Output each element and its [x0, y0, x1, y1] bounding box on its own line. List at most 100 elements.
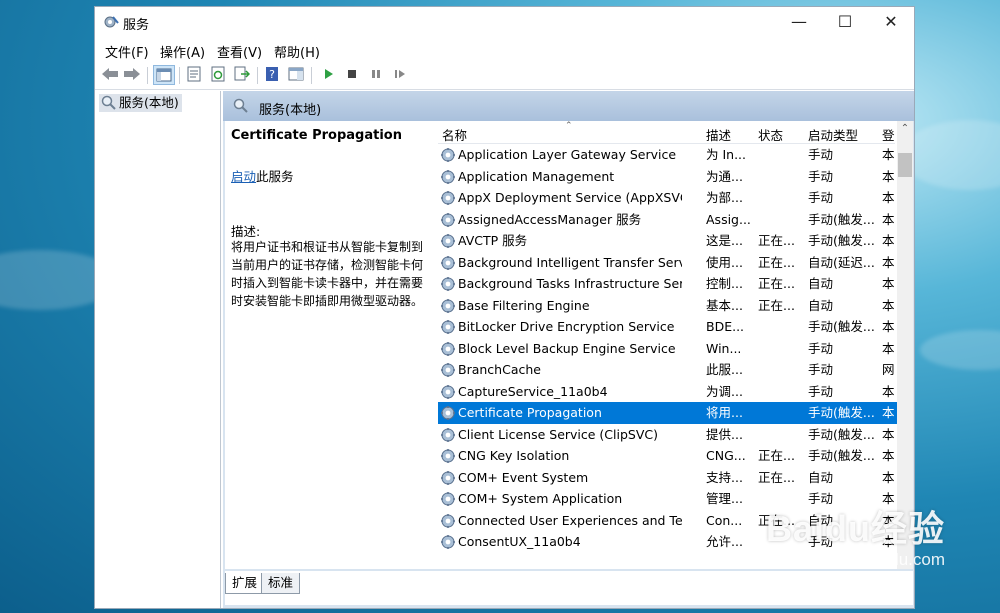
scroll-up-icon[interactable]: ⌃ [897, 123, 913, 137]
service-description-cell: 管理... [706, 491, 743, 506]
close-button[interactable]: ✕ [868, 7, 914, 39]
service-row[interactable]: COM+ Event System 支持... 正在... 自动 本 [438, 467, 899, 489]
service-row[interactable]: BranchCache 此服... 手动 网 [438, 359, 899, 381]
service-gear-icon [440, 233, 456, 249]
pause-service-icon[interactable] [365, 65, 387, 85]
service-gear-icon [440, 427, 456, 443]
watermark-url: jingyan.baidu.com [807, 550, 945, 569]
service-startup-type-cell: 手动 [808, 147, 834, 162]
tree-node-label: 服务(本地) [119, 95, 179, 110]
menu-action[interactable]: 操作(A) [160, 42, 205, 61]
service-gear-icon [440, 513, 456, 529]
start-service-link[interactable]: 启动 [231, 169, 256, 184]
service-row[interactable]: AppX Deployment Service (AppXSVC) 为部... 手动… [438, 187, 899, 209]
service-name-cell: Application Layer Gateway Service [458, 147, 677, 162]
service-description-cell: BDE... [706, 319, 745, 334]
service-row[interactable]: Certificate Propagation 将用... 手动(触发... 本 [438, 402, 899, 424]
window-title: 服务 [123, 18, 150, 33]
column-header-description[interactable]: 描述 [706, 125, 731, 144]
column-header-name[interactable]: 名称 [442, 125, 467, 144]
service-description-cell: 控制... [706, 276, 743, 291]
service-name-cell: Background Intelligent Transfer Service [458, 254, 682, 270]
service-row[interactable]: Block Level Backup Engine Service Win... 手… [438, 338, 899, 360]
service-name-cell: AppX Deployment Service (AppXSVC) [458, 190, 682, 205]
tree-node-services-local[interactable]: 服务(本地) [99, 94, 182, 112]
service-startup-type-cell: 自动 [808, 297, 834, 313]
service-gear-icon [440, 319, 456, 335]
service-name-cell: CNG Key Isolation [458, 448, 570, 463]
service-row[interactable]: CaptureService_11a0b4 为调... 手动 本 [438, 381, 899, 403]
minimize-button[interactable]: — [776, 7, 822, 39]
forward-arrow-icon[interactable] [121, 65, 143, 85]
service-startup-type-cell: 自动 [808, 276, 834, 291]
baidu-watermark: Baidu经验 jingyan.baidu.com [766, 500, 945, 570]
service-row[interactable]: BitLocker Drive Encryption Service BDE...… [438, 316, 899, 338]
service-row[interactable]: Background Intelligent Transfer Service 使… [438, 252, 899, 274]
service-status-cell: 正在... [758, 448, 795, 463]
show-hide-pane-icon[interactable] [285, 65, 307, 85]
service-row[interactable]: Application Management 为通... 手动 本 [438, 166, 899, 188]
service-row[interactable]: Application Layer Gateway Service 为 In...… [438, 144, 899, 166]
service-name-cell: Application Management [458, 168, 615, 184]
menu-help[interactable]: 帮助(H) [274, 42, 320, 61]
service-logon-cell: 本 [882, 297, 895, 313]
menu-file[interactable]: 文件(F) [105, 42, 149, 61]
service-gear-icon [440, 405, 456, 421]
start-service-icon[interactable] [317, 65, 339, 85]
service-gear-icon [440, 534, 456, 550]
service-startup-type-cell: 手动(触发... [808, 426, 874, 442]
service-name-cell: Block Level Backup Engine Service [458, 340, 676, 356]
service-name-cell: Background Tasks Infrastructure Service [458, 276, 682, 291]
maximize-button[interactable]: ☐ [822, 7, 868, 39]
service-row[interactable]: CNG Key Isolation CNG... 正在... 手动(触发... 本 [438, 445, 899, 467]
restart-service-icon[interactable] [389, 65, 411, 85]
description-text: 将用户证书和根证书从智能卡复制到当前用户的证书存储，检测智能卡何时插入到智能卡读… [231, 240, 424, 308]
selected-service-name: Certificate Propagation [231, 128, 402, 143]
service-logon-cell: 本 [882, 147, 895, 162]
scroll-thumb[interactable] [898, 153, 912, 177]
help-icon[interactable]: ? [261, 65, 283, 85]
column-header-status[interactable]: 状态 [758, 125, 783, 144]
service-startup-type-cell: 手动(触发... [808, 448, 874, 463]
service-description-cell: 使用... [706, 254, 743, 270]
service-description-cell: CNG... [706, 448, 746, 463]
service-name-cell: Base Filtering Engine [458, 297, 590, 313]
service-gear-icon [440, 298, 456, 314]
column-header-logon[interactable]: 登 [882, 125, 895, 144]
service-name-cell: AVCTP 服务 [458, 233, 528, 248]
service-name-cell: BranchCache [458, 362, 541, 377]
service-row[interactable]: Client License Service (ClipSVC) 提供... 手动(… [438, 424, 899, 446]
services-gear-icon [104, 16, 119, 28]
refresh-icon[interactable] [207, 65, 229, 85]
title-bar[interactable]: 服务 — ☐ ✕ [95, 7, 914, 39]
service-logon-cell: 本 [882, 319, 895, 334]
properties-icon[interactable] [183, 65, 205, 85]
service-logon-cell: 本 [882, 168, 895, 184]
service-startup-type-cell: 手动(触发... [808, 405, 874, 420]
column-header-startup-type[interactable]: 启动类型 [808, 125, 858, 144]
toolbar-separator [257, 67, 258, 84]
tab-standard[interactable]: 标准 [261, 573, 301, 594]
service-row[interactable]: Background Tasks Infrastructure Service 控… [438, 273, 899, 295]
stop-service-icon[interactable] [341, 65, 363, 85]
svg-text:?: ? [269, 68, 275, 81]
export-list-icon[interactable] [231, 65, 253, 85]
menu-view[interactable]: 查看(V) [217, 42, 262, 61]
back-arrow-icon[interactable] [99, 65, 121, 85]
service-gear-icon [440, 276, 456, 292]
tab-extended[interactable]: 扩展 [225, 573, 265, 594]
panel-header-title: 服务(本地) [259, 103, 322, 118]
service-row[interactable]: AssignedAccessManager 服务 Assig... 手动(触发...… [438, 209, 899, 231]
service-description-cell: 为调... [706, 383, 743, 399]
service-gear-icon [440, 341, 456, 357]
service-description-cell: 此服... [706, 362, 743, 377]
service-row[interactable]: Base Filtering Engine 基本... 正在... 自动 本 [438, 295, 899, 317]
description-pane: Certificate Propagation 启动此服务 描述: 将用户证书和… [225, 121, 437, 569]
service-description-cell: 为 In... [706, 147, 747, 162]
service-row[interactable]: AVCTP 服务 这是... 正在... 手动(触发... 本 [438, 230, 899, 252]
service-status-cell: 正在... [758, 469, 795, 485]
console-tree-icon[interactable] [153, 65, 175, 85]
service-gear-icon [440, 384, 456, 400]
toolbar: ? [95, 62, 914, 90]
service-gear-icon [440, 147, 456, 163]
